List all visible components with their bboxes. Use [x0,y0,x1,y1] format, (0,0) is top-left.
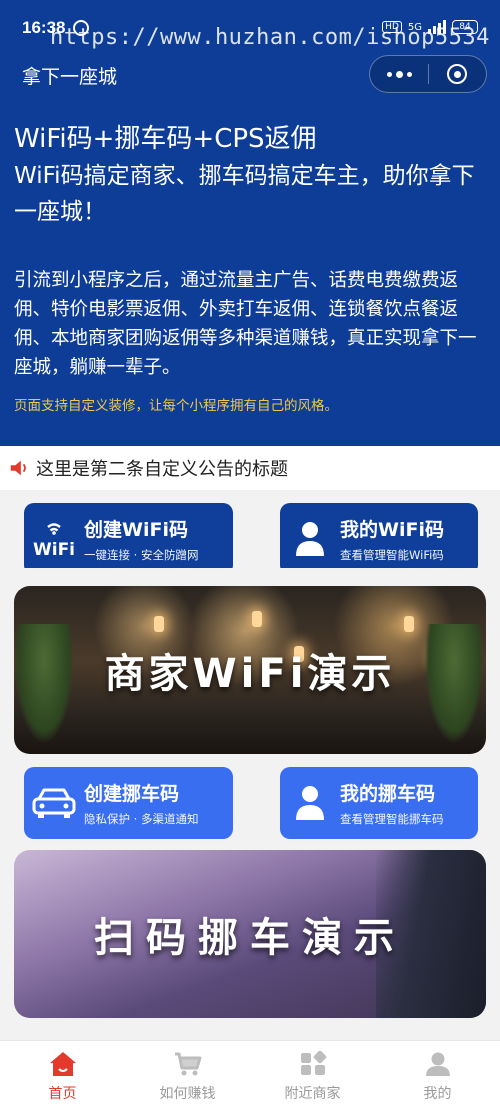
grid-icon [300,1051,326,1075]
create-wifi-subtitle: 一键连接 · 安全防蹭网 [84,548,199,562]
my-move-car-button[interactable]: 我的挪车码 查看管理智能挪车码 [280,767,478,839]
bottom-tab-bar: 首页 如何赚钱 附近商家 我的 [0,1040,500,1111]
tab-nearby[interactable]: 附近商家 [250,1041,375,1111]
create-move-car-title: 创建挪车码 [84,783,180,805]
home-icon [49,1052,76,1076]
create-move-car-button[interactable]: 创建挪车码 隐私保护 · 多渠道通知 [24,767,233,839]
speaker-icon [10,460,26,476]
tab-mine-label: 我的 [423,1086,452,1102]
my-wifi-title: 我的WiFi码 [340,519,444,541]
wifi-demo-banner[interactable]: 商家WiFi演示 [14,586,486,754]
more-menu-icon[interactable] [370,55,428,93]
tab-earn-label: 如何赚钱 [159,1086,216,1102]
page-title: 拿下一座城 [22,66,118,88]
tab-nearby-label: 附近商家 [284,1086,341,1102]
create-wifi-title: 创建WiFi码 [84,519,188,541]
tab-home[interactable]: 首页 [0,1041,125,1111]
move-car-demo-title: 扫码挪车演示 [94,915,406,961]
hero-headline: WiFi码+挪车码+CPS返佣 [14,124,317,154]
tab-home-label: 首页 [48,1086,77,1102]
spacer [0,568,500,586]
announcement-bar[interactable]: 这里是第二条自定义公告的标题 [0,446,500,490]
tab-mine[interactable]: 我的 [375,1041,500,1111]
hero-subheadline: WiFi码搞定商家、挪车码搞定车主，助你拿下一座城！ [14,163,475,225]
create-wifi-button[interactable]: WiFi 创建WiFi码 一键连接 · 安全防蹭网 [24,503,233,575]
user-icon [280,783,340,823]
my-move-car-subtitle: 查看管理智能挪车码 [340,812,444,826]
my-move-car-title: 我的挪车码 [340,783,436,805]
user-icon [425,1052,450,1076]
user-icon [280,519,340,559]
watermark-url: https://www.huzhan.com/ishop5534 [50,25,490,50]
car-icon [24,785,84,821]
hero-description: 引流到小程序之后，通过流量主广告、话费电费缴费返佣、特价电影票返佣、外卖打车返佣… [14,270,477,378]
mini-program-capsule [369,55,487,93]
wifi-icon-text: WiFi [33,540,75,559]
create-move-car-subtitle: 隐私保护 · 多渠道通知 [84,812,199,826]
hero-note: 页面支持自定义装修，让每个小程序拥有自己的风格。 [14,398,338,414]
move-car-demo-banner[interactable]: 扫码挪车演示 [14,850,486,1018]
wifi-icon: WiFi [24,519,84,559]
my-wifi-subtitle: 查看管理智能WiFi码 [340,548,444,562]
my-wifi-button[interactable]: 我的WiFi码 查看管理智能WiFi码 [280,503,478,575]
cart-icon [174,1052,201,1076]
hero-section: 16:38 HD 5G 84 https://www.huzhan.com/is… [0,0,500,446]
tab-earn[interactable]: 如何赚钱 [125,1041,250,1111]
close-program-icon[interactable] [429,55,486,93]
announcement-text: 这里是第二条自定义公告的标题 [36,459,288,480]
wifi-demo-title: 商家WiFi演示 [104,651,396,697]
